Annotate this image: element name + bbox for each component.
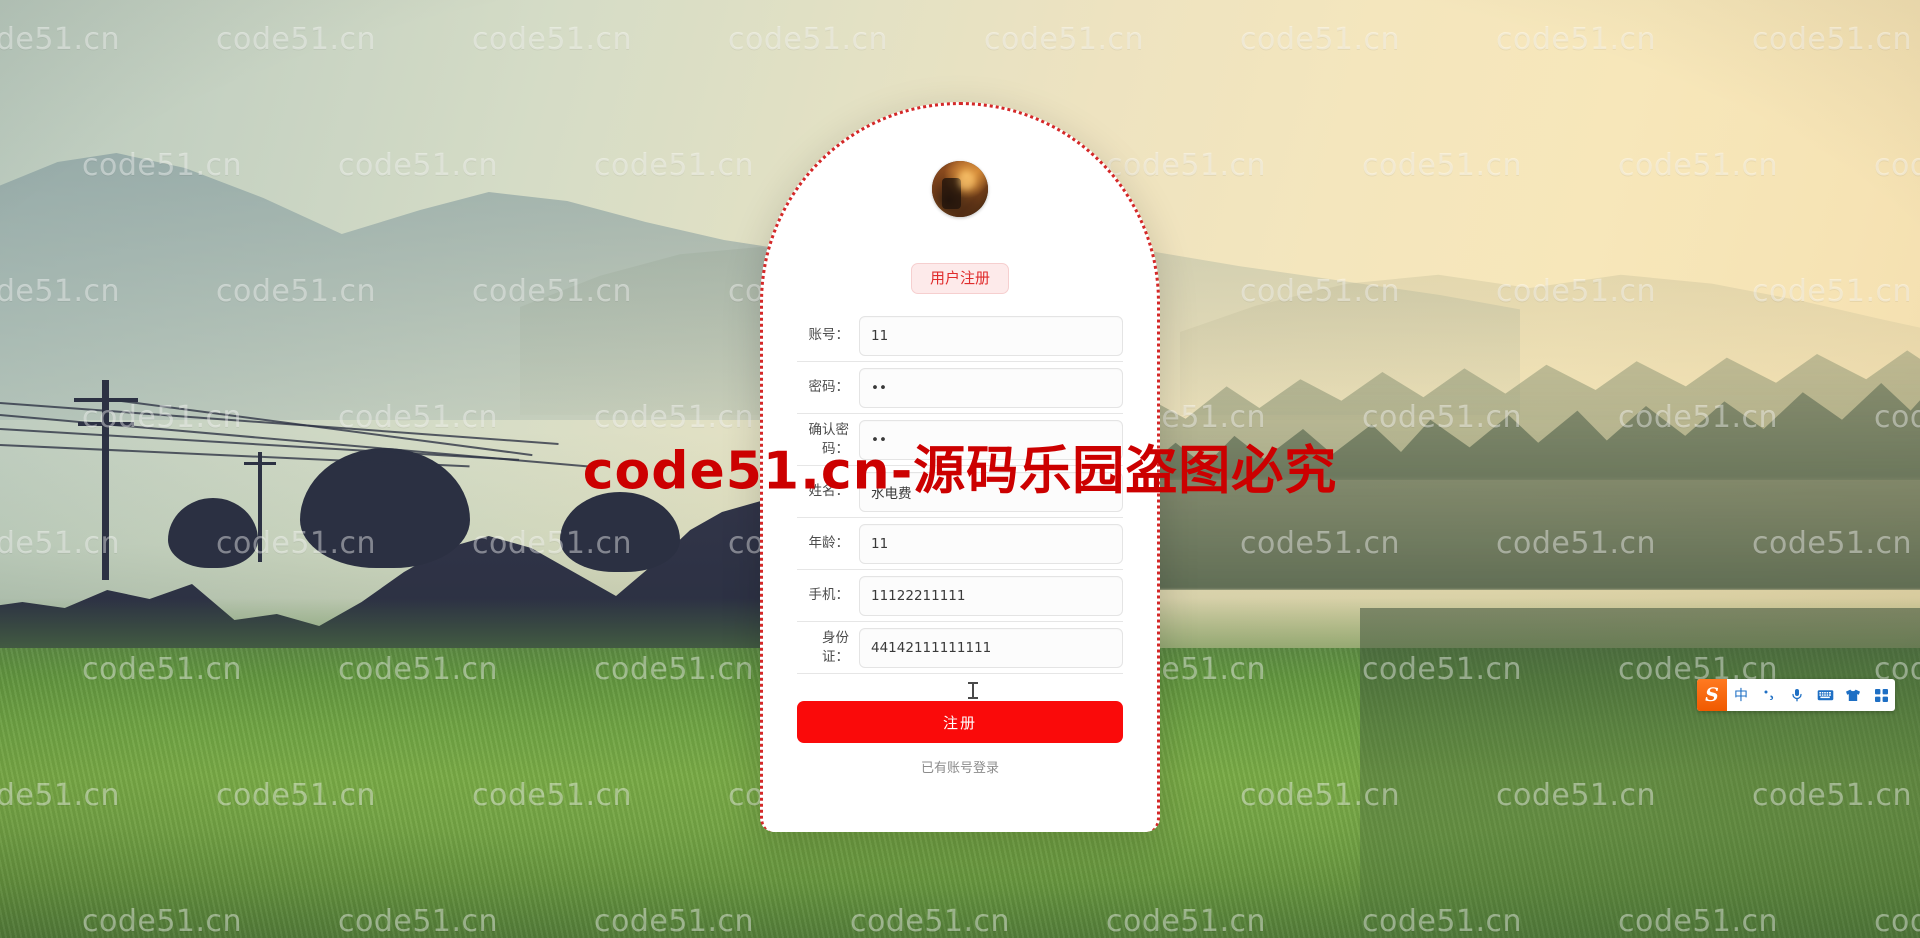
toolbox-icon[interactable] bbox=[1867, 679, 1895, 711]
field-label-id-card: 身份证： bbox=[822, 630, 849, 665]
field-label-confirm-password: 确认密码： bbox=[808, 422, 850, 457]
field-input-age[interactable] bbox=[859, 523, 1123, 564]
skin-icon[interactable] bbox=[1839, 679, 1867, 711]
language-mode-icon[interactable]: 中 bbox=[1727, 679, 1755, 711]
register-button[interactable]: 注册 bbox=[797, 701, 1123, 743]
field-row-confirm-password: 确认密码： bbox=[797, 414, 1123, 466]
field-input-password[interactable] bbox=[859, 367, 1123, 408]
field-input-phone[interactable] bbox=[859, 575, 1123, 616]
field-row-id-card: 身份证： bbox=[797, 622, 1123, 674]
registration-card: 用户注册 账号： 密码： 确认密码： 姓名： 年龄： 手机： 身份证： 注册 已有账号登录 bbox=[760, 102, 1160, 832]
registration-form: 账号： 密码： 确认密码： 姓名： 年龄： 手机： 身份证： bbox=[797, 310, 1123, 674]
field-label-password: 密码： bbox=[808, 379, 850, 396]
avatar bbox=[932, 161, 988, 217]
page-root: code51.cncode51.cncode51.cncode51.cncode… bbox=[0, 0, 1920, 938]
page-title-row: 用户注册 bbox=[763, 263, 1157, 294]
field-input-account[interactable] bbox=[859, 315, 1123, 356]
login-link[interactable]: 已有账号登录 bbox=[797, 757, 1123, 776]
voice-input-icon[interactable] bbox=[1783, 679, 1811, 711]
field-label-phone: 手机： bbox=[808, 587, 850, 604]
avatar-image bbox=[932, 161, 988, 217]
field-input-name[interactable] bbox=[859, 471, 1123, 512]
field-label-name: 姓名： bbox=[808, 483, 850, 500]
field-row-name: 姓名： bbox=[797, 466, 1123, 518]
field-row-age: 年龄： bbox=[797, 518, 1123, 570]
field-input-id-card[interactable] bbox=[859, 627, 1123, 668]
page-title: 用户注册 bbox=[910, 263, 1009, 294]
form-actions: 注册 已有账号登录 bbox=[797, 701, 1123, 776]
field-row-phone: 手机： bbox=[797, 570, 1123, 622]
field-row-account: 账号： bbox=[797, 310, 1123, 362]
ime-toolbar[interactable]: S 中 bbox=[1697, 679, 1895, 711]
field-row-password: 密码： bbox=[797, 362, 1123, 414]
sogou-logo-icon[interactable]: S bbox=[1697, 679, 1727, 711]
field-label-account: 账号： bbox=[808, 327, 850, 344]
field-label-age: 年龄： bbox=[808, 535, 850, 552]
soft-keyboard-icon[interactable] bbox=[1811, 679, 1839, 711]
field-input-confirm-password[interactable] bbox=[859, 419, 1123, 460]
punctuation-mode-icon[interactable] bbox=[1755, 679, 1783, 711]
